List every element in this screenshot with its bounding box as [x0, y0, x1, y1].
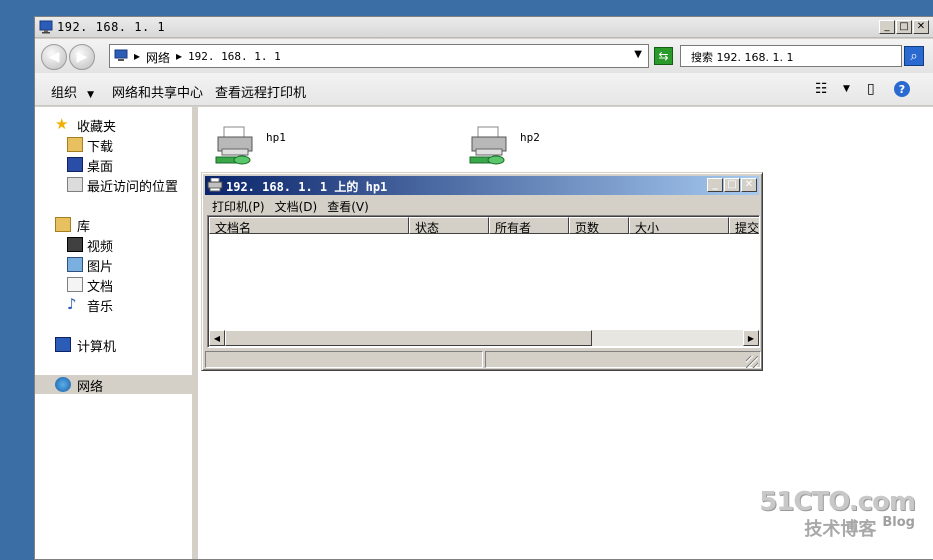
nav-label: 图片 — [87, 260, 114, 275]
music-icon: ♪ — [67, 295, 77, 313]
refresh-icon[interactable]: ⇆ — [654, 47, 673, 65]
dialog-title: 192. 168. 1. 1 上的 hp1 — [226, 180, 388, 194]
column-header-submitted[interactable]: 提交 — [729, 217, 759, 234]
nav-label: 下载 — [87, 140, 114, 155]
nav-desktop[interactable]: 桌面 — [35, 155, 195, 175]
dialog-statusbar — [205, 350, 761, 369]
nav-pictures[interactable]: 图片 — [35, 255, 195, 275]
star-icon: ★ — [55, 115, 69, 133]
view-remote-printers-button[interactable]: 查看远程打印机 — [215, 82, 306, 101]
nav-label: 桌面 — [87, 160, 114, 175]
nav-downloads[interactable]: 下载 — [35, 135, 195, 155]
back-button[interactable]: ◀ — [41, 44, 67, 70]
library-icon — [55, 217, 71, 232]
maximize-button[interactable]: □ — [896, 20, 912, 34]
dialog-menubar: 打印机(P) 文档(D) 查看(V) — [207, 196, 374, 215]
breadcrumb-host[interactable]: 192. 168. 1. 1 — [188, 50, 281, 63]
status-panel — [205, 351, 483, 368]
horizontal-scrollbar[interactable]: ◀ ▶ — [209, 330, 759, 346]
nav-label: 音乐 — [87, 300, 114, 315]
nav-videos[interactable]: 视频 — [35, 235, 195, 255]
maximize-button[interactable]: □ — [724, 178, 740, 192]
printer-name: hp2 — [520, 131, 540, 144]
menu-view[interactable]: 查看(V) — [322, 196, 374, 215]
menu-printer[interactable]: 打印机(P) — [207, 196, 270, 215]
nav-music[interactable]: ♪ 音乐 — [35, 295, 195, 315]
explorer-titlebar[interactable]: 192. 168. 1. 1 _ □ ✕ — [35, 17, 933, 38]
nav-documents[interactable]: 文档 — [35, 275, 195, 295]
navigation-pane: ★ 收藏夹 下载 桌面 最近访问的位置 库 视频 图片 文档 ♪ 音乐 计算机 … — [35, 107, 195, 559]
nav-label: 库 — [77, 220, 91, 235]
recent-places-icon — [67, 177, 83, 192]
nav-label: 最近访问的位置 — [87, 180, 179, 195]
desktop-icon — [67, 157, 83, 172]
forward-button[interactable]: ▶ — [69, 44, 95, 70]
printer-icon — [215, 126, 253, 165]
minimize-button[interactable]: _ — [707, 178, 723, 192]
window-title: 192. 168. 1. 1 — [57, 20, 166, 34]
nav-label: 网络 — [77, 380, 104, 395]
nav-label: 收藏夹 — [77, 120, 117, 135]
nav-network[interactable]: 网络 — [35, 375, 195, 395]
close-button[interactable]: ✕ — [741, 178, 757, 192]
scroll-right-icon[interactable]: ▶ — [743, 330, 759, 346]
nav-label: 计算机 — [77, 340, 117, 355]
printer-name: hp1 — [266, 131, 286, 144]
organize-label: 组织 — [51, 86, 78, 101]
chevron-down-icon[interactable]: ▼ — [843, 84, 850, 94]
breadcrumb-separator-icon[interactable]: ▸ — [134, 49, 140, 63]
address-dropdown-icon[interactable]: ▼ — [634, 49, 642, 60]
nav-favorites[interactable]: ★ 收藏夹 — [35, 115, 195, 135]
breadcrumb-network[interactable]: 网络 — [146, 49, 170, 66]
column-header-document-name[interactable]: 文档名 — [209, 217, 409, 234]
network-globe-icon — [55, 377, 71, 392]
command-bar: 组织 ▼ 网络和共享中心 查看远程打印机 ☷ ▼ ▯ ? — [35, 73, 933, 106]
video-icon — [67, 237, 83, 252]
organize-button[interactable]: 组织 ▼ — [51, 82, 94, 101]
printer-icon — [207, 178, 223, 192]
queue-header: 文档名 状态 所有者 页数 大小 提交 — [209, 217, 759, 234]
column-header-size[interactable]: 大小 — [629, 217, 729, 234]
search-input[interactable]: 搜索 192. 168. 1. 1 — [680, 45, 902, 67]
watermark: 51CTO.com 技术博客 Blog — [759, 487, 916, 541]
status-panel — [485, 351, 761, 368]
pictures-icon — [67, 257, 83, 272]
column-header-owner[interactable]: 所有者 — [489, 217, 569, 234]
nav-libraries[interactable]: 库 — [35, 215, 195, 235]
nav-computer[interactable]: 计算机 — [35, 335, 195, 355]
search-placeholder: 搜索 192. 168. 1. 1 — [691, 51, 794, 64]
search-icon[interactable]: ⌕ — [904, 46, 924, 66]
nav-label: 视频 — [87, 240, 114, 255]
documents-icon — [67, 277, 83, 292]
watermark-sub: 技术博客 — [804, 519, 877, 540]
column-header-pages[interactable]: 页数 — [569, 217, 629, 234]
network-computer-icon — [39, 20, 53, 34]
address-bar[interactable]: ▸ 网络 ▸ 192. 168. 1. 1 ▼ — [109, 44, 649, 68]
scroll-left-icon[interactable]: ◀ — [209, 330, 225, 346]
menu-document[interactable]: 文档(D) — [270, 196, 323, 215]
watermark-brand: 51CTO.com — [759, 487, 916, 517]
chevron-down-icon: ▼ — [87, 90, 95, 100]
nav-recent[interactable]: 最近访问的位置 — [35, 175, 195, 195]
nav-label: 文档 — [87, 280, 114, 295]
breadcrumb-separator-icon[interactable]: ▸ — [176, 49, 182, 63]
column-header-status[interactable]: 状态 — [409, 217, 489, 234]
print-queue-dialog: 192. 168. 1. 1 上的 hp1 _ □ ✕ 打印机(P) 文档(D)… — [201, 172, 763, 371]
print-queue-list[interactable]: 文档名 状态 所有者 页数 大小 提交 ◀ ▶ — [207, 215, 760, 348]
close-button[interactable]: ✕ — [913, 20, 929, 34]
scroll-thumb[interactable] — [225, 330, 592, 346]
dialog-titlebar[interactable]: 192. 168. 1. 1 上的 hp1 _ □ ✕ — [205, 176, 759, 195]
computer-icon — [55, 337, 71, 352]
watermark-blog: Blog — [882, 515, 915, 530]
resize-grip-icon[interactable] — [746, 356, 758, 368]
downloads-folder-icon — [67, 137, 83, 152]
network-sharing-center-button[interactable]: 网络和共享中心 — [112, 82, 203, 101]
minimize-button[interactable]: _ — [879, 20, 895, 34]
view-options-icon[interactable]: ☷ — [815, 81, 828, 97]
printer-icon — [469, 126, 507, 165]
address-row: ◀ ▶ ▸ 网络 ▸ 192. 168. 1. 1 ▼ ⇆ 搜索 192. 16… — [35, 39, 933, 73]
preview-pane-icon[interactable]: ▯ — [867, 81, 875, 97]
help-icon[interactable]: ? — [894, 81, 910, 97]
network-icon — [114, 49, 128, 61]
